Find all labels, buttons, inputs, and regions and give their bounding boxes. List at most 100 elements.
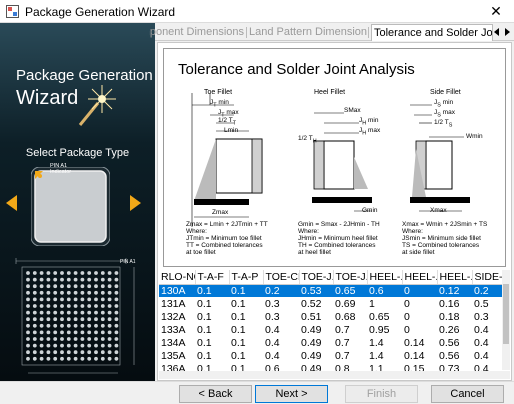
table-cell: 0.7: [335, 336, 350, 349]
bga-ball: [60, 290, 64, 295]
previous-package-arrow[interactable]: [6, 195, 17, 211]
bga-ball: [46, 297, 51, 302]
tab-tolerance-solder-joint[interactable]: Tolerance and Solder Joint Analysis: [371, 24, 493, 41]
bga-ball: [107, 356, 112, 361]
bga-ball: [32, 304, 37, 308]
tolerance-page: Tolerance and Solder Joint Analysis Toe …: [157, 42, 512, 381]
bga-ball: [60, 310, 64, 315]
bga-ball: [73, 330, 78, 335]
close-icon[interactable]: ✕: [486, 2, 506, 20]
tab-scroll-right-icon[interactable]: [503, 26, 512, 38]
column-header[interactable]: T-A-F: [195, 270, 230, 285]
table-cell: 134A: [161, 336, 186, 349]
column-header[interactable]: TOE-CL: [263, 270, 300, 285]
bga-ball: [94, 343, 98, 348]
back-button[interactable]: < Back: [179, 385, 252, 403]
bga-ball: [100, 330, 105, 335]
table-cell: 131A: [161, 297, 186, 310]
bga-ball: [87, 284, 92, 289]
bga-ball: [73, 297, 78, 302]
bga-ball: [60, 323, 64, 328]
bga-ball: [107, 330, 112, 335]
bga-ball: [26, 284, 30, 289]
finish-button[interactable]: Finish: [345, 385, 418, 403]
cancel-button[interactable]: Cancel: [431, 385, 504, 403]
column-header[interactable]: T-A-P: [229, 270, 264, 285]
bga-ball: [53, 277, 58, 282]
side-half-t-label: 1/2 TS: [434, 119, 453, 129]
bga-ball: [100, 317, 105, 322]
bga-ball: [94, 337, 98, 341]
column-header[interactable]: TOE-J...: [333, 270, 368, 285]
table-row[interactable]: 134A 0.1 0.1 0.4 0.49 0.7 1.4 0.14 0.56 0.4: [159, 336, 502, 349]
bga-ball: [60, 350, 64, 355]
bga-ball: [87, 290, 92, 295]
bga-ball: [39, 284, 44, 289]
wizard-side-panel: Package Generation Wizard Select Package…: [0, 23, 155, 381]
tab-strip: Component Dimensions Land Pattern Dimens…: [149, 23, 514, 41]
bga-ball: [114, 330, 119, 335]
table-row[interactable]: 135A 0.1 0.1 0.4 0.49 0.7 1.4 0.14 0.56 0.4: [159, 349, 502, 362]
bga-ball: [32, 337, 37, 341]
bga-ball: [66, 323, 71, 328]
table-cell: 0.1: [231, 310, 246, 323]
heel-jh-min-label: JH min: [359, 117, 379, 127]
bga-ball: [53, 323, 58, 328]
next-package-arrow[interactable]: [130, 195, 141, 211]
table-row[interactable]: 130A 0.1 0.1 0.2 0.53 0.65 0.6 0 0.12 0.2: [159, 284, 502, 297]
bga-ball: [73, 317, 78, 322]
bga-ball: [107, 317, 112, 322]
table-cell: 0.53: [299, 284, 333, 297]
bga-ball: [46, 323, 51, 328]
bga-ball: [114, 310, 119, 315]
bga-ball: [26, 317, 30, 322]
bga-ball: [53, 304, 58, 308]
table-cell: 0.56: [439, 349, 460, 362]
table-row[interactable]: 131A 0.1 0.1 0.3 0.52 0.69 1 0 0.16 0.5: [159, 297, 502, 310]
next-button[interactable]: Next >: [255, 385, 328, 403]
heel-smax-label: SMax: [344, 107, 361, 114]
column-header[interactable]: SIDE-...: [472, 270, 503, 285]
column-header[interactable]: RLO-NO: [159, 270, 196, 285]
tolerance-data-grid[interactable]: RLO-NOT-A-FT-A-PTOE-CLTOE-J...TOE-J...HE…: [159, 270, 510, 379]
horizontal-scrollbar[interactable]: [159, 371, 510, 379]
bga-ball: [26, 356, 30, 361]
bga-ball: [80, 323, 85, 328]
bga-ball: [32, 343, 37, 348]
table-cell: 0.51: [301, 310, 322, 323]
bga-ball: [114, 271, 119, 275]
bga-ball: [100, 343, 105, 348]
table-cell: 0.3: [265, 297, 280, 310]
bga-ball: [73, 304, 78, 308]
bga-ball: [94, 271, 98, 275]
column-header[interactable]: TOE-J...: [299, 270, 334, 285]
bga-ball: [87, 304, 92, 308]
column-header[interactable]: HEEL-...: [367, 270, 403, 285]
tab-component-dimensions[interactable]: Component Dimensions: [149, 24, 244, 41]
bga-ball: [87, 330, 92, 335]
bga-ball: [100, 277, 105, 282]
tab-land-pattern-dimensions[interactable]: Land Pattern Dimensions: [249, 24, 367, 41]
bga-ball: [60, 277, 64, 282]
column-header[interactable]: HEEL-...: [437, 270, 473, 285]
bga-ball: [53, 337, 58, 341]
vertical-scrollbar[interactable]: [502, 270, 510, 370]
table-cell: 0: [404, 310, 410, 323]
bga-ball: [53, 290, 58, 295]
table-cell: 0.7: [335, 323, 350, 336]
table-row[interactable]: 133A 0.1 0.1 0.4 0.49 0.7 0.95 0 0.26 0.4: [159, 323, 502, 336]
bga-ball: [107, 323, 112, 328]
scrollbar-thumb[interactable]: [503, 284, 509, 344]
tab-scroll-left-icon[interactable]: [492, 26, 501, 38]
bga-ball: [87, 356, 92, 361]
bga-ball: [46, 356, 51, 361]
column-header[interactable]: HEEL-...: [402, 270, 438, 285]
table-cell: 0.2: [472, 284, 502, 297]
bga-ball: [32, 297, 37, 302]
bga-ball: [94, 284, 98, 289]
table-cell: 0.68: [335, 310, 356, 323]
bga-ball: [87, 271, 92, 275]
tab-separator: [246, 27, 247, 38]
bga-ball: [94, 310, 98, 315]
table-row[interactable]: 132A 0.1 0.1 0.3 0.51 0.68 0.65 0 0.18 0.3: [159, 310, 502, 323]
